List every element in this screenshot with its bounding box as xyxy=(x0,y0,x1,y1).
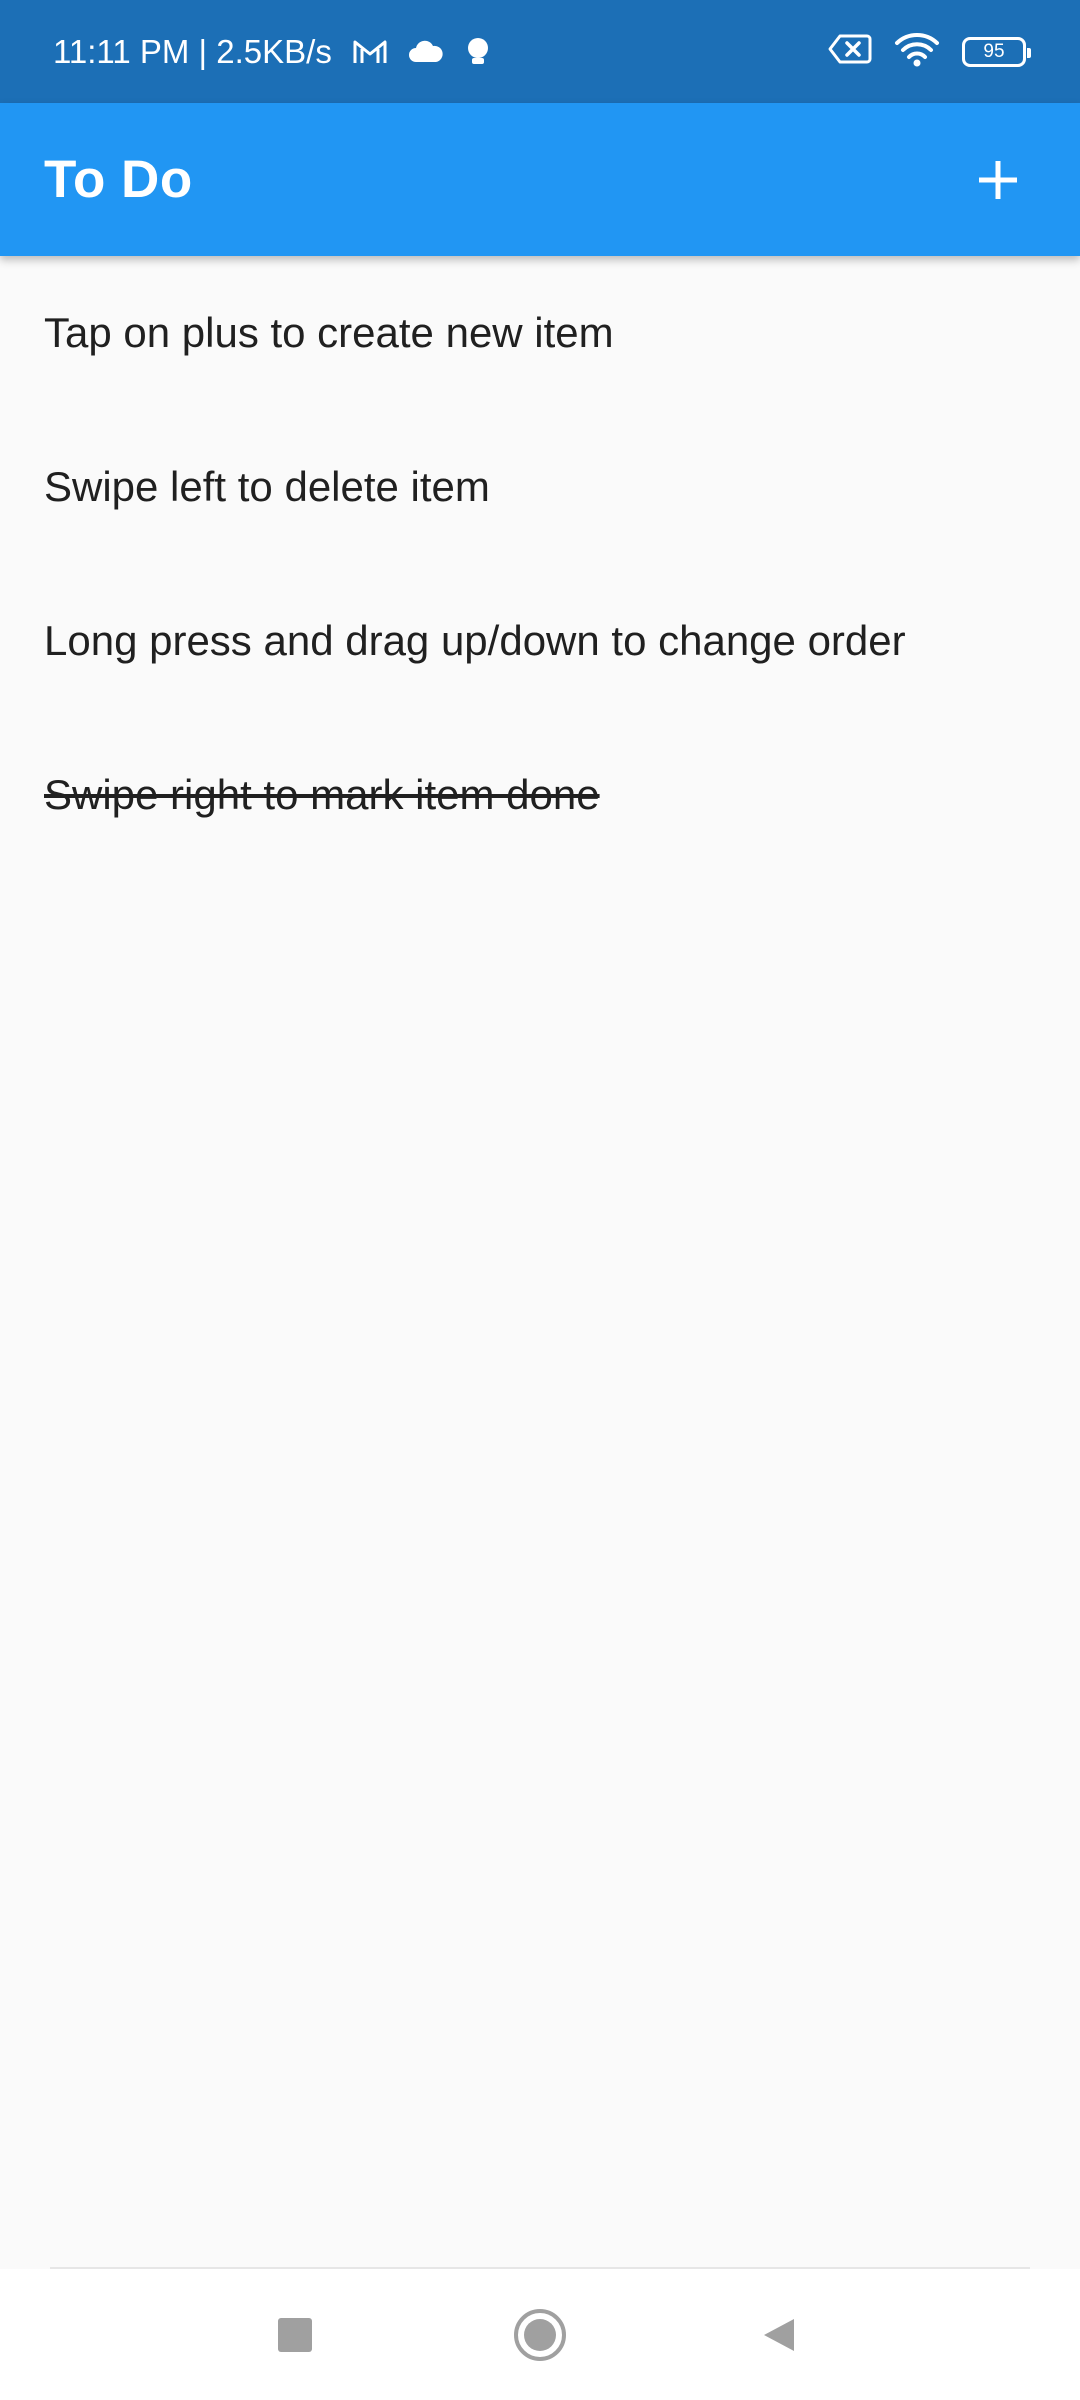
add-item-button[interactable] xyxy=(958,140,1038,220)
list-item-text: Tap on plus to create new item xyxy=(44,309,614,356)
status-bar: 11:11 PM | 2.5KB/s 95 xyxy=(0,0,1080,103)
list-item[interactable]: Long press and drag up/down to change or… xyxy=(0,564,1080,718)
list-item[interactable]: Tap on plus to create new item xyxy=(0,256,1080,410)
battery-icon: 95 xyxy=(962,36,1031,67)
wifi-icon xyxy=(894,31,940,72)
list-item-done[interactable]: Swipe right to mark item done xyxy=(0,718,1080,872)
navigation-bar xyxy=(0,2269,1080,2400)
gmail-icon xyxy=(352,38,388,66)
back-icon xyxy=(764,2318,794,2351)
cloud-icon xyxy=(408,40,444,64)
recents-icon xyxy=(278,2317,312,2352)
page-title: To Do xyxy=(44,150,193,209)
todo-list: Tap on plus to create new item Swipe lef… xyxy=(0,256,1080,872)
list-item-text: Long press and drag up/down to change or… xyxy=(44,617,906,664)
home-button[interactable] xyxy=(480,2269,600,2400)
sim-error-icon xyxy=(828,33,872,70)
plus-icon xyxy=(979,160,1017,199)
notification-icon xyxy=(464,36,492,68)
recents-button[interactable] xyxy=(235,2269,355,2400)
list-item-text: Swipe left to delete item xyxy=(44,463,490,510)
status-left: 11:11 PM | 2.5KB/s xyxy=(53,33,492,71)
home-icon xyxy=(514,2308,566,2361)
back-button[interactable] xyxy=(720,2269,840,2400)
app-bar: To Do xyxy=(0,103,1080,256)
list-item[interactable]: Swipe left to delete item xyxy=(0,410,1080,564)
list-item-text: Swipe right to mark item done xyxy=(44,771,600,818)
status-time-speed: 11:11 PM | 2.5KB/s xyxy=(53,32,332,70)
battery-level: 95 xyxy=(983,40,1005,62)
screen: 11:11 PM | 2.5KB/s 95 To Do Tap on plus … xyxy=(0,0,1080,2400)
status-right: 95 xyxy=(828,31,1031,72)
